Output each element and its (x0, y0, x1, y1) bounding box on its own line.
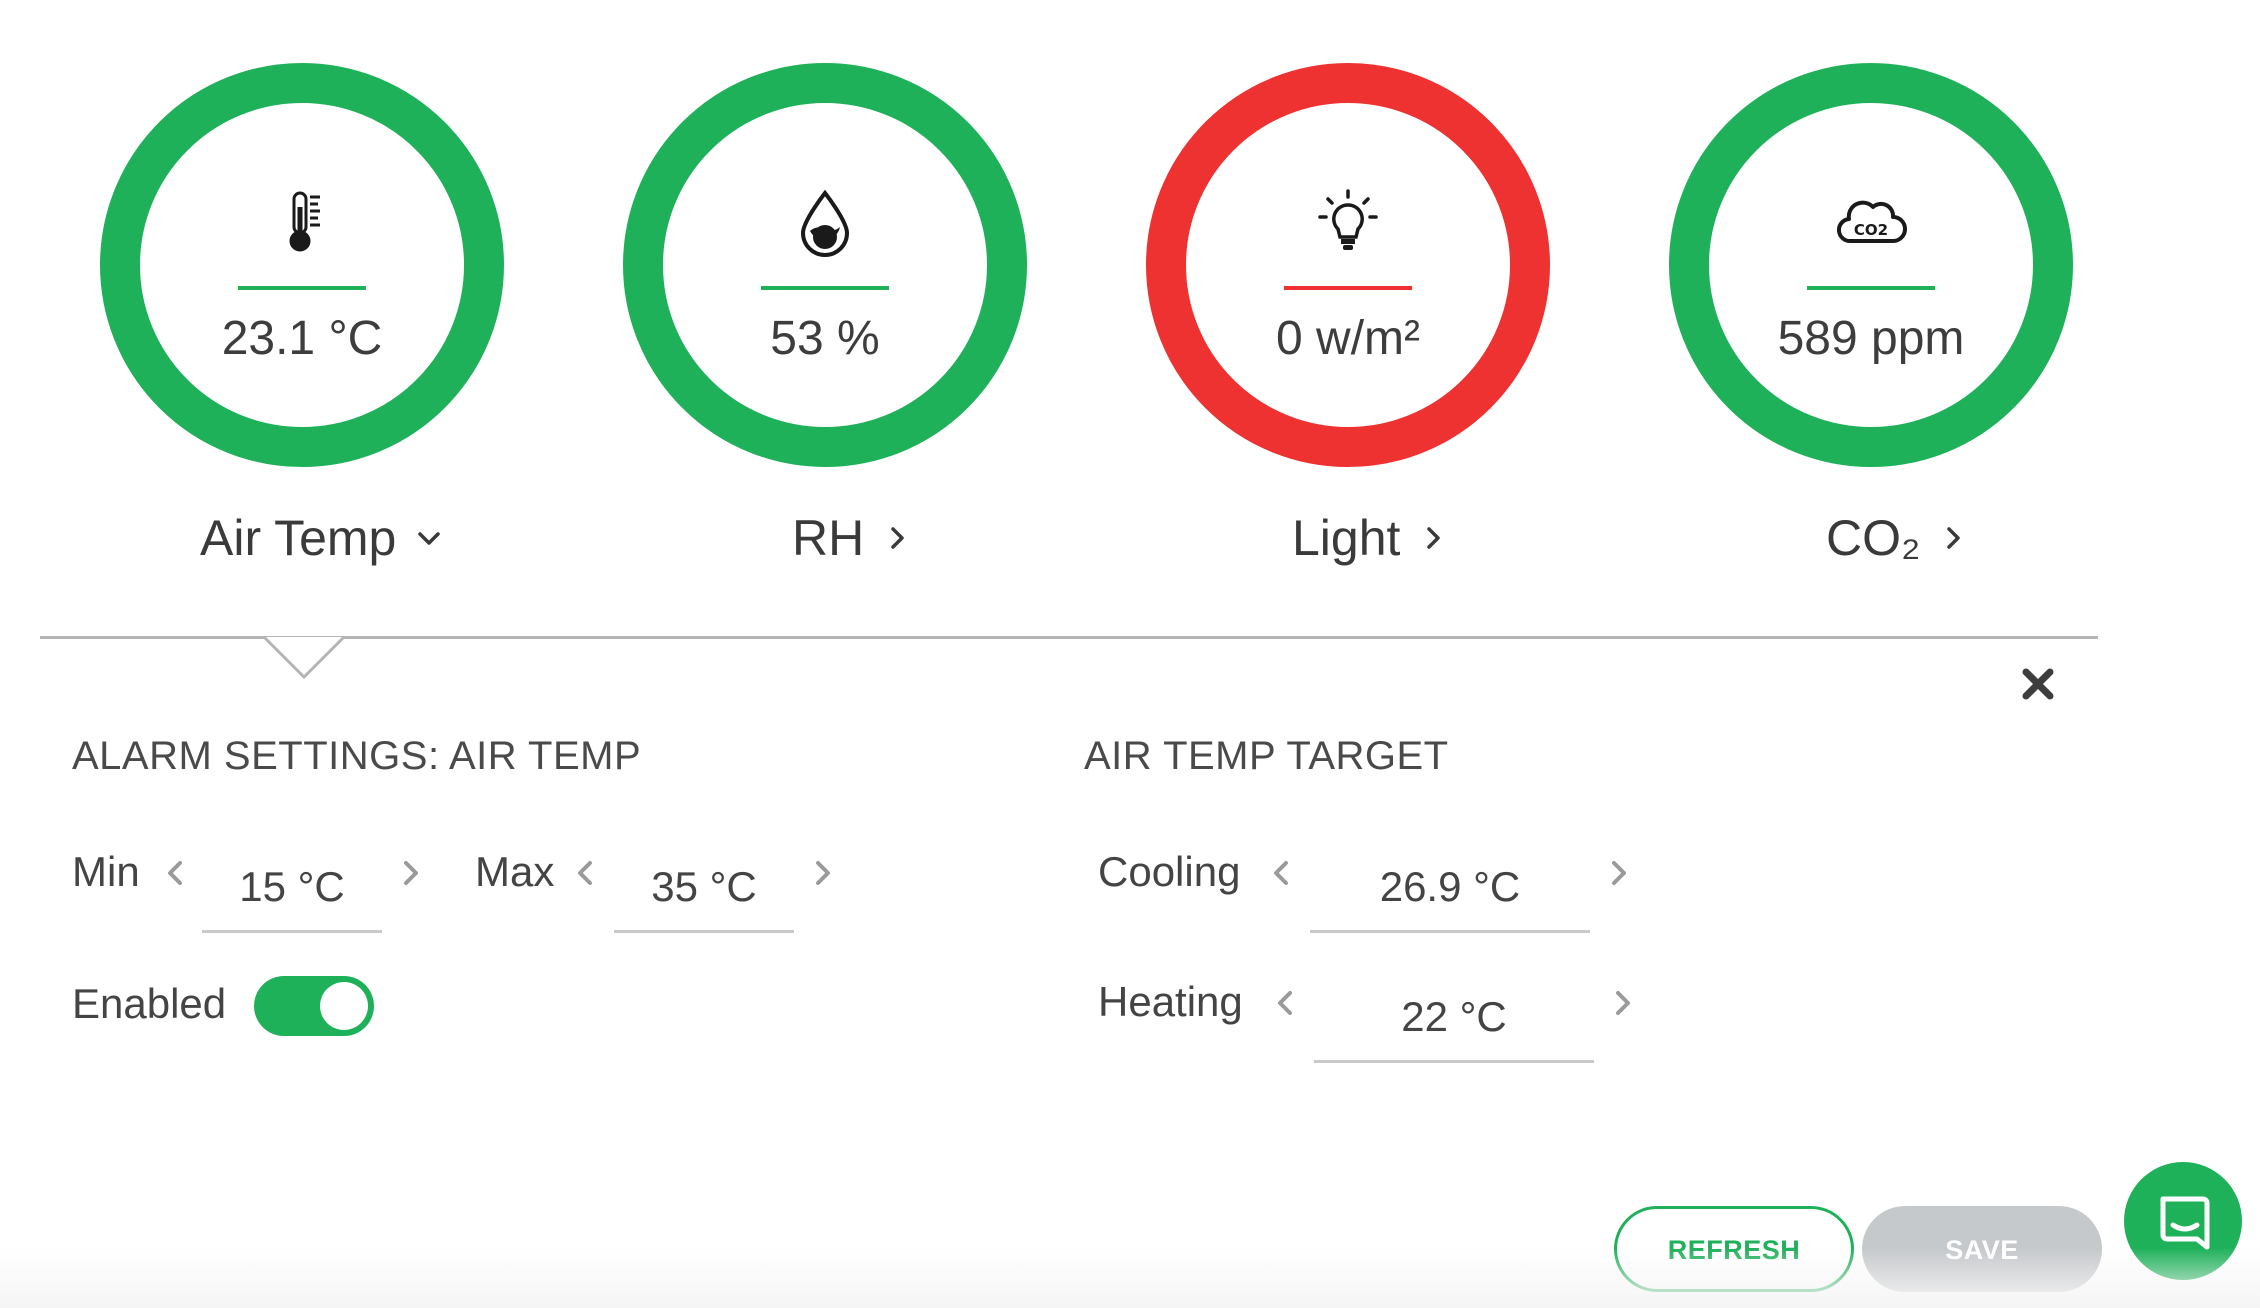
metric-label-text: RH (792, 510, 865, 566)
panel-divider (40, 636, 2098, 639)
cooling-label: Cooling (1098, 848, 1241, 895)
min-decrease-arrow[interactable] (160, 853, 190, 893)
air-temp-value: 23.1 °C (221, 312, 383, 365)
rh-gauge[interactable]: 53 % (623, 63, 1027, 467)
co2-cloud-icon: CO2 (1835, 187, 1907, 259)
cooling-value[interactable]: 26.9 °C (1310, 843, 1590, 933)
light-gauge[interactable]: 0 w/m² (1146, 63, 1550, 467)
air-temp-label[interactable]: Air Temp (200, 506, 444, 570)
alarm-settings-title: ALARM SETTINGS: AIR TEMP (72, 734, 642, 778)
heating-decrease-arrow[interactable] (1270, 983, 1300, 1023)
toggle-knob (320, 982, 368, 1030)
heating-label: Heating (1098, 978, 1243, 1025)
chevron-right-icon (1418, 523, 1448, 553)
heating-value[interactable]: 22 °C (1314, 973, 1594, 1063)
co2-label[interactable]: CO₂ (1826, 506, 1968, 570)
save-button[interactable]: SAVE (1862, 1206, 2102, 1292)
refresh-button[interactable]: REFRESH (1614, 1206, 1854, 1292)
light-bulb-icon (1312, 187, 1384, 259)
metric-label-text: CO₂ (1826, 510, 1921, 566)
max-label: Max (475, 848, 555, 895)
water-drop-icon (789, 187, 861, 259)
gauge-status-rule (238, 286, 366, 290)
thermometer-icon (266, 187, 338, 259)
chevron-right-icon (882, 523, 912, 553)
cooling-increase-arrow[interactable] (1604, 853, 1634, 893)
rh-value: 53 % (770, 312, 880, 365)
rh-label[interactable]: RH (792, 506, 912, 570)
enabled-toggle[interactable] (254, 976, 374, 1036)
max-increase-arrow[interactable] (808, 853, 838, 893)
co2-gauge[interactable]: CO2 589 ppm (1669, 63, 2073, 467)
close-icon[interactable] (2018, 664, 2058, 704)
light-label[interactable]: Light (1292, 506, 1448, 570)
max-decrease-arrow[interactable] (570, 853, 600, 893)
gauge-status-rule (1284, 286, 1412, 290)
enabled-label: Enabled (72, 980, 227, 1027)
air-temp-gauge[interactable]: 23.1 °C (100, 63, 504, 467)
metric-label-text: Light (1292, 510, 1401, 566)
chevron-right-icon (1938, 523, 1968, 553)
co2-value: 589 ppm (1777, 312, 1965, 365)
min-increase-arrow[interactable] (396, 853, 426, 893)
air-temp-target-title: AIR TEMP TARGET (1084, 734, 1449, 778)
metric-label-text: Air Temp (200, 510, 397, 566)
gauge-status-rule (1807, 286, 1935, 290)
svg-text:CO2: CO2 (1854, 221, 1888, 239)
light-value: 0 w/m² (1276, 312, 1420, 365)
min-label: Min (72, 848, 140, 895)
gauge-status-rule (761, 286, 889, 290)
heating-increase-arrow[interactable] (1608, 983, 1638, 1023)
panel-pointer (264, 634, 344, 680)
cooling-decrease-arrow[interactable] (1266, 853, 1296, 893)
chat-button[interactable] (2124, 1162, 2242, 1280)
max-value[interactable]: 35 °C (614, 843, 794, 933)
chevron-down-icon (414, 523, 444, 553)
min-value[interactable]: 15 °C (202, 843, 382, 933)
chat-icon (2160, 1196, 2210, 1250)
